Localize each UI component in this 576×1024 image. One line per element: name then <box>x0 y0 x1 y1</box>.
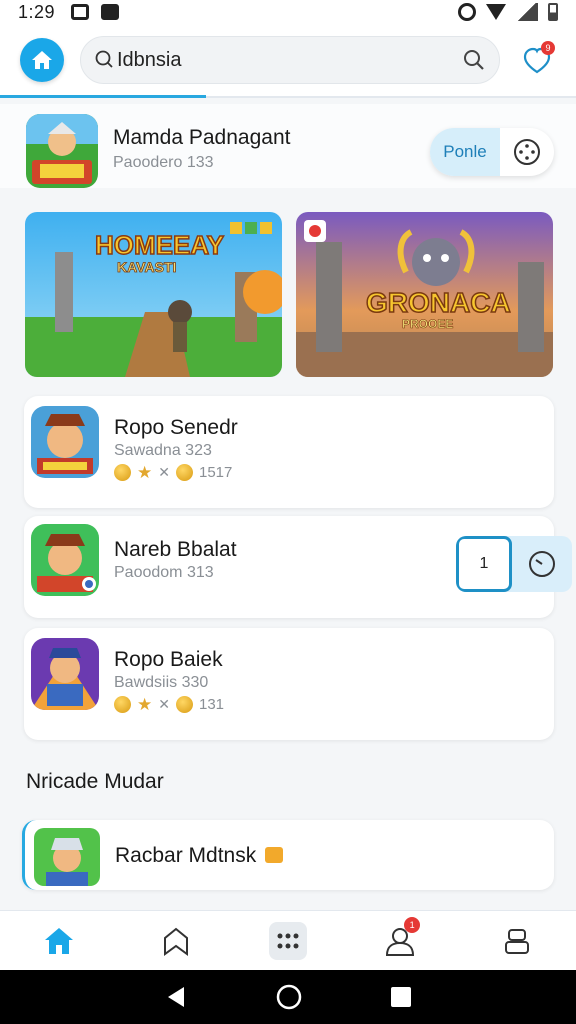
app-action-button[interactable]: 1 <box>456 536 512 592</box>
promo-banner-1[interactable]: HOMEEAY KAVASTI <box>25 212 282 377</box>
app-icon <box>31 638 99 710</box>
notifications-button[interactable]: 9 <box>522 41 555 76</box>
home-circle-icon[interactable] <box>276 984 302 1010</box>
battery-icon <box>548 3 558 21</box>
app-rating-count: 1517 <box>198 464 233 481</box>
hotspot-icon <box>458 3 476 21</box>
app-card[interactable]: Nareb Bbalat Paoodom 313 1 <box>24 516 572 618</box>
section-app-card[interactable]: Racbar Mdtnsk <box>22 820 554 890</box>
app-timer-button[interactable] <box>512 536 572 592</box>
featured-app-icon <box>26 114 98 188</box>
cell-signal-icon <box>516 3 538 21</box>
loading-progress <box>0 95 206 98</box>
banner-2-subtitle: PROOEE <box>402 317 453 331</box>
notification-badge: 9 <box>541 41 555 55</box>
clock-icon <box>529 551 555 577</box>
section-app-icon <box>34 828 100 886</box>
times-icon: ✕ <box>158 464 170 480</box>
grid-dots-icon <box>277 933 299 948</box>
star-icon: ★ <box>137 463 153 482</box>
system-navigation <box>0 970 576 1024</box>
app-action-group[interactable]: 1 <box>456 536 572 592</box>
dots-circle-icon <box>514 139 540 165</box>
app-subtitle: Sawadna 323 <box>114 442 212 459</box>
wifi-icon <box>486 4 506 20</box>
nav-apps[interactable] <box>268 921 307 960</box>
search-prefix-icon <box>95 50 113 68</box>
app-title: Nareb Bbalat <box>114 538 237 561</box>
ticket-icon <box>265 847 283 863</box>
bookmark-house-icon <box>163 927 188 956</box>
app-rating-count: 131 <box>198 696 225 713</box>
app-header: Idbnsia 9 <box>0 24 576 98</box>
featured-action-button[interactable]: Ponle <box>430 128 500 176</box>
home-button[interactable] <box>20 38 64 82</box>
section-title: Nricade Mudar <box>26 770 164 793</box>
featured-action-pill[interactable]: Ponle <box>430 128 554 176</box>
featured-more-button[interactable] <box>500 128 554 176</box>
coin-icon <box>114 464 131 481</box>
banner-1-title: HOMEEAY <box>95 230 224 260</box>
coin-icon <box>175 464 193 481</box>
banner-2-title: GRONACA <box>366 287 511 318</box>
status-time: 1:29 <box>18 1 56 22</box>
app-subtitle: Bawdsiis 330 <box>114 674 209 691</box>
app-icon <box>31 524 99 596</box>
search-input[interactable]: Idbnsia <box>117 49 457 72</box>
featured-app[interactable]: Mamda Padnagant Paoodero 133 Ponle <box>0 104 576 188</box>
coin-icon <box>114 696 131 713</box>
section-app-title: Racbar Mdtnsk <box>115 844 257 867</box>
status-bar: 1:29 <box>0 0 576 24</box>
bottom-navigation: 1 <box>0 910 576 970</box>
profile-badge: 1 <box>404 916 421 933</box>
nav-profile[interactable]: 1 <box>376 916 424 965</box>
app-card[interactable]: Ropo Baiek Bawdsiis 330 ★ ✕ 131 <box>24 628 554 740</box>
banner-art-2: GRONACA PROOEE <box>296 212 553 377</box>
featured-app-title: Mamda Padnagant <box>113 126 291 149</box>
star-icon: ★ <box>137 695 153 714</box>
stack-icon <box>505 928 530 954</box>
nav-library[interactable] <box>493 917 541 965</box>
search-bar[interactable]: Idbnsia <box>80 36 500 84</box>
recents-icon[interactable] <box>390 986 412 1008</box>
home-icon <box>44 927 73 954</box>
app-title: Ropo Baiek <box>114 648 223 671</box>
back-icon[interactable] <box>164 985 188 1009</box>
promo-banner-2[interactable]: GRONACA PROOEE <box>296 212 553 377</box>
featured-app-subtitle: Paoodero 133 <box>113 154 214 171</box>
camera-icon <box>71 4 90 20</box>
app-card[interactable]: Ropo Senedr Sawadna 323 ★ ✕ 1517 <box>24 396 554 508</box>
app-subtitle: Paoodom 313 <box>114 564 214 581</box>
app-rating: ★ ✕ 1517 <box>114 464 232 481</box>
home-icon <box>32 51 52 69</box>
nav-explore[interactable] <box>152 917 200 965</box>
nav-home[interactable] <box>35 917 83 965</box>
banner-1-subtitle: KAVASTI <box>117 259 176 275</box>
search-icon[interactable] <box>463 49 485 71</box>
app-rating: ★ ✕ 131 <box>114 696 224 713</box>
times-icon: ✕ <box>158 696 170 712</box>
app-notification-icon <box>101 4 120 20</box>
banner-art-1: HOMEEAY KAVASTI <box>25 212 282 377</box>
coin-icon <box>175 696 193 713</box>
app-title: Ropo Senedr <box>114 416 238 439</box>
app-icon <box>31 406 99 478</box>
